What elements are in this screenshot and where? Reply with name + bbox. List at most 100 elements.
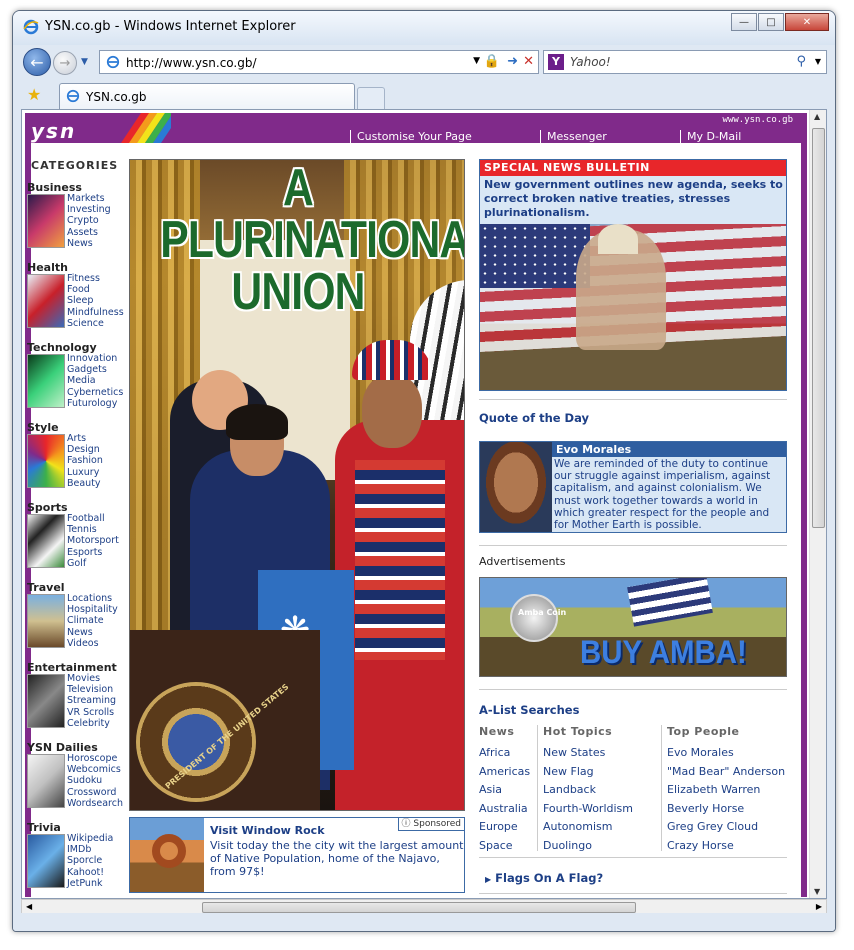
url-field[interactable]: http://www.ysn.co.gb/ ▼ 🔒 ➜ ✕: [99, 50, 539, 74]
minimize-button[interactable]: —: [731, 13, 757, 31]
scroll-down-icon[interactable]: ▼: [814, 887, 820, 896]
scroll-left-icon[interactable]: ◀: [26, 902, 32, 911]
category-link[interactable]: Sporcle: [67, 855, 113, 866]
tab-ysn[interactable]: YSN.co.gb: [59, 83, 355, 109]
category-thumbnail[interactable]: [27, 274, 65, 328]
category-link[interactable]: IMDb: [67, 844, 113, 855]
category-thumbnail[interactable]: [27, 514, 65, 568]
category-link[interactable]: Beauty: [67, 478, 103, 489]
category-link[interactable]: VR Scrolls: [67, 707, 116, 718]
maximize-button[interactable]: □: [758, 13, 784, 31]
alist-link[interactable]: Evo Morales: [667, 744, 785, 763]
category-link[interactable]: Assets: [67, 227, 111, 238]
nav-messenger[interactable]: Messenger: [540, 130, 607, 143]
category-link[interactable]: Movies: [67, 673, 116, 684]
search-placeholder[interactable]: Yahoo!: [570, 55, 611, 69]
category-link[interactable]: Television: [67, 684, 116, 695]
category-link[interactable]: Webcomics: [67, 764, 123, 775]
category-link[interactable]: Sudoku: [67, 775, 123, 786]
category-link[interactable]: Golf: [67, 558, 119, 569]
category-thumbnail[interactable]: [27, 754, 65, 808]
search-dropdown-icon[interactable]: ▼: [815, 57, 821, 66]
category-thumbnail[interactable]: [27, 594, 65, 648]
back-button[interactable]: ←: [23, 48, 51, 76]
category-link[interactable]: Futurology: [67, 398, 123, 409]
category-link[interactable]: Streaming: [67, 695, 116, 706]
scroll-up-icon[interactable]: ▲: [814, 112, 820, 121]
search-icon[interactable]: ⚲: [796, 54, 806, 69]
category-link[interactable]: Design: [67, 444, 103, 455]
category-link[interactable]: Climate: [67, 615, 118, 626]
hero-image[interactable]: ❋ PRESIDENT OF THE UNITED STATES A PLURI…: [129, 159, 465, 811]
alist-link[interactable]: Elizabeth Warren: [667, 781, 785, 800]
category-link[interactable]: Motorsport: [67, 535, 119, 546]
search-field[interactable]: Y Yahoo! ⚲ ▼: [543, 50, 827, 74]
alist-link[interactable]: Europe: [479, 818, 530, 837]
category-link[interactable]: Kahoot!: [67, 867, 113, 878]
category-link[interactable]: Gadgets: [67, 364, 123, 375]
category-link[interactable]: Sleep: [67, 295, 124, 306]
stop-icon[interactable]: ✕: [523, 54, 534, 69]
category-link[interactable]: Football: [67, 513, 119, 524]
new-tab-button[interactable]: [357, 87, 385, 109]
alist-link[interactable]: Duolingo: [543, 837, 633, 856]
category-link[interactable]: Celebrity: [67, 718, 116, 729]
category-link[interactable]: Horoscope: [67, 753, 123, 764]
alist-link[interactable]: Autonomism: [543, 818, 633, 837]
category-link[interactable]: Wordsearch: [67, 798, 123, 809]
nav-customise[interactable]: Customise Your Page: [350, 130, 472, 143]
category-link[interactable]: Hospitality: [67, 604, 118, 615]
forward-button[interactable]: →: [53, 51, 77, 75]
history-dropdown-icon[interactable]: ▼: [81, 57, 88, 67]
category-link[interactable]: JetPunk: [67, 878, 113, 889]
category-link[interactable]: Locations: [67, 593, 118, 604]
category-link[interactable]: Cybernetics: [67, 387, 123, 398]
lock-icon[interactable]: 🔒: [484, 54, 500, 69]
news-bulletin[interactable]: SPECIAL NEWS BULLETIN New government out…: [479, 159, 787, 391]
category-link[interactable]: Food: [67, 284, 124, 295]
alist-link[interactable]: Crazy Horse: [667, 837, 785, 856]
quote-box[interactable]: Evo Morales We are reminded of the duty …: [479, 441, 787, 533]
scroll-thumb[interactable]: [812, 128, 825, 528]
alist-link[interactable]: "Mad Bear" Anderson: [667, 763, 785, 782]
category-thumbnail[interactable]: [27, 674, 65, 728]
bulletin-image[interactable]: [480, 224, 786, 390]
go-icon[interactable]: ➜: [507, 54, 518, 69]
alist-link[interactable]: Australia: [479, 800, 530, 819]
close-button[interactable]: ✕: [785, 13, 829, 31]
ad-title[interactable]: Visit Window Rock: [210, 824, 325, 837]
flags-on-a-flag-link[interactable]: ▶ Flags On A Flag?: [485, 871, 603, 885]
sponsored-ad[interactable]: Visit Window Rock Visit today the the ci…: [129, 817, 465, 893]
category-link[interactable]: News: [67, 627, 118, 638]
category-link[interactable]: Science: [67, 318, 124, 329]
category-link[interactable]: Tennis: [67, 524, 119, 535]
category-link[interactable]: Esports: [67, 547, 119, 558]
alist-link[interactable]: Greg Grey Cloud: [667, 818, 785, 837]
category-link[interactable]: Investing: [67, 204, 111, 215]
category-thumbnail[interactable]: [27, 434, 65, 488]
category-link[interactable]: Wikipedia: [67, 833, 113, 844]
category-link[interactable]: Fitness: [67, 273, 124, 284]
alist-link[interactable]: Beverly Horse: [667, 800, 785, 819]
bulletin-text[interactable]: New government outlines new agenda, seek…: [484, 178, 784, 220]
amba-ad-banner[interactable]: Amba Coin BUY AMBA!: [479, 577, 787, 677]
category-link[interactable]: Media: [67, 375, 123, 386]
category-link[interactable]: Luxury: [67, 467, 103, 478]
category-thumbnail[interactable]: [27, 834, 65, 888]
vertical-scrollbar[interactable]: ▲ ▼: [809, 110, 826, 898]
alist-link[interactable]: Africa: [479, 744, 530, 763]
scroll-right-icon[interactable]: ▶: [816, 902, 822, 911]
category-link[interactable]: Fashion: [67, 455, 103, 466]
category-link[interactable]: News: [67, 238, 111, 249]
category-link[interactable]: Videos: [67, 638, 118, 649]
flags-link-text[interactable]: Flags On A Flag?: [495, 871, 603, 885]
category-link[interactable]: Crossword: [67, 787, 123, 798]
category-thumbnail[interactable]: [27, 354, 65, 408]
category-link[interactable]: Innovation: [67, 353, 123, 364]
alist-link[interactable]: New States: [543, 744, 633, 763]
category-link[interactable]: Arts: [67, 433, 103, 444]
nav-my-dmail[interactable]: My D-Mail: [680, 130, 741, 143]
url-text[interactable]: http://www.ysn.co.gb/: [126, 56, 257, 70]
alist-link[interactable]: New Flag: [543, 763, 633, 782]
alist-link[interactable]: Asia: [479, 781, 530, 800]
